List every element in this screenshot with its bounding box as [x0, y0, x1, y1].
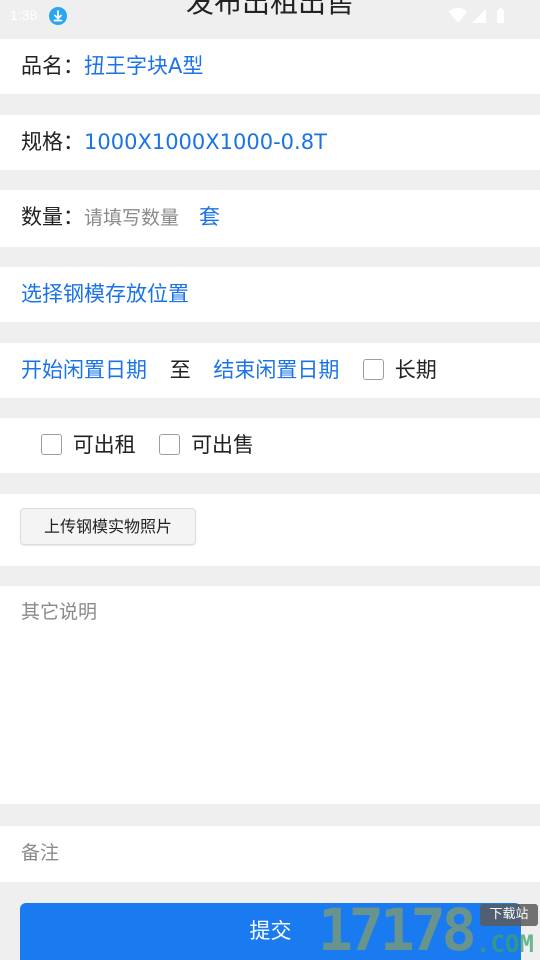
quantity-input[interactable]: 请填写数量: [84, 207, 179, 229]
quantity-unit: 套: [199, 205, 221, 229]
status-bar: 1:38 发布出租出售: [0, 0, 540, 32]
submit-button[interactable]: 提交: [20, 903, 521, 960]
sell-checkbox[interactable]: [159, 433, 181, 455]
battery-icon: [497, 8, 504, 23]
signal-icon: [472, 9, 486, 23]
remark-placeholder: 备注: [21, 842, 60, 864]
spec-label: 规格：: [21, 130, 84, 154]
end-date-picker[interactable]: 结束闲置日期: [213, 358, 339, 382]
rent-label: 可出租: [72, 433, 136, 457]
location-row[interactable]: 选择钢模存放位置: [0, 267, 540, 322]
rent-checkbox[interactable]: [41, 433, 62, 455]
sell-label: 可出售: [191, 433, 255, 457]
wifi-icon: [449, 7, 467, 23]
remark-field[interactable]: 备注: [0, 826, 540, 882]
select-location-link[interactable]: 选择钢模存放位置: [21, 280, 189, 308]
quantity-row: 数量：请填写数量套: [0, 190, 540, 247]
description-field[interactable]: 其它说明: [0, 586, 540, 804]
upload-photo-button[interactable]: 上传钢模实物照片: [20, 508, 196, 545]
start-date-picker[interactable]: 开始闲置日期: [21, 358, 147, 382]
quantity-label: 数量：: [21, 205, 84, 229]
long-term-label: 长期: [394, 358, 437, 382]
long-term-checkbox[interactable]: [363, 358, 385, 380]
spec-row: 规格：1000X1000X1000-0.8T: [0, 115, 540, 170]
screen: 1:38 发布出租出售 品名：扭王字块A型 规格：1000X1000X1000-…: [0, 0, 540, 960]
spec-value[interactable]: 1000X1000X1000-0.8T: [84, 130, 327, 154]
date-separator: 至: [169, 358, 191, 382]
product-value[interactable]: 扭王字块A型: [84, 54, 203, 78]
product-row: 品名：扭王字块A型: [0, 39, 540, 94]
description-placeholder: 其它说明: [21, 601, 98, 623]
upload-row: 上传钢模实物照片: [0, 494, 540, 566]
product-label: 品名：: [21, 54, 84, 78]
idle-period-row: 开始闲置日期 至 结束闲置日期 长期: [0, 343, 540, 398]
status-icons: [448, 6, 508, 26]
options-row: 可出租 可出售: [0, 418, 540, 473]
